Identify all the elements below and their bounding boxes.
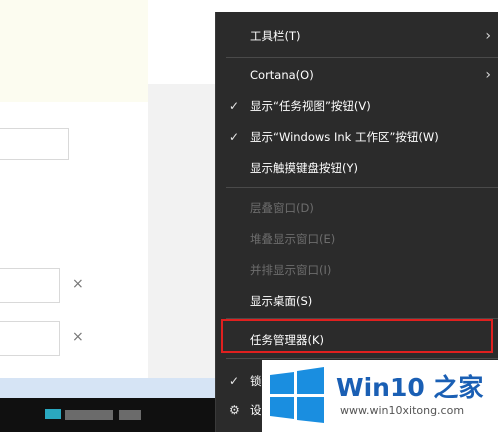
- watermark-url: www.win10xitong.com: [340, 404, 465, 417]
- text-field[interactable]: [0, 321, 60, 356]
- menu-item-show-task-view[interactable]: ✓ 显示“任务视图”按钮(V): [216, 90, 498, 122]
- notice-area: [0, 0, 148, 102]
- gear-icon: ⚙: [229, 403, 240, 417]
- watermark: Win10 之家 www.win10xitong.com: [262, 360, 498, 432]
- text-field[interactable]: [0, 268, 60, 303]
- menu-item-cortana[interactable]: Cortana(O) ›: [216, 59, 498, 91]
- menu-divider: [226, 358, 498, 359]
- highlight-annotation: [221, 319, 493, 353]
- chevron-right-icon: ›: [485, 67, 491, 83]
- menu-item-show-touch-keyboard[interactable]: 显示触摸键盘按钮(Y): [216, 152, 498, 184]
- menu-item-toolbars[interactable]: 工具栏(T) ›: [216, 20, 498, 52]
- remove-icon[interactable]: ×: [72, 329, 84, 345]
- side-panel-header: [148, 0, 215, 84]
- check-icon: ✓: [229, 374, 240, 388]
- check-icon: ✓: [229, 130, 240, 144]
- taskbar-app-icon[interactable]: [45, 409, 61, 419]
- taskbar-app-label: [119, 410, 141, 420]
- windows-logo-icon: [270, 367, 324, 423]
- menu-item-cascade-windows: 层叠窗口(D): [250, 201, 314, 215]
- menu-item-show-desktop[interactable]: 显示桌面(S): [216, 285, 498, 317]
- check-icon: ✓: [229, 99, 240, 113]
- menu-item-show-windows-ink[interactable]: ✓ 显示“Windows Ink 工作区”按钮(W): [216, 121, 498, 153]
- menu-divider: [226, 57, 498, 58]
- watermark-title: Win10 之家: [336, 373, 484, 402]
- text-field[interactable]: [0, 128, 69, 160]
- taskbar-app-label: [65, 410, 113, 420]
- chevron-right-icon: ›: [485, 28, 491, 44]
- menu-item-side-by-side: 并排显示窗口(I): [250, 263, 332, 277]
- remove-icon[interactable]: ×: [72, 276, 84, 292]
- menu-item-stack-windows: 堆叠显示窗口(E): [250, 232, 336, 246]
- menu-divider: [226, 187, 498, 188]
